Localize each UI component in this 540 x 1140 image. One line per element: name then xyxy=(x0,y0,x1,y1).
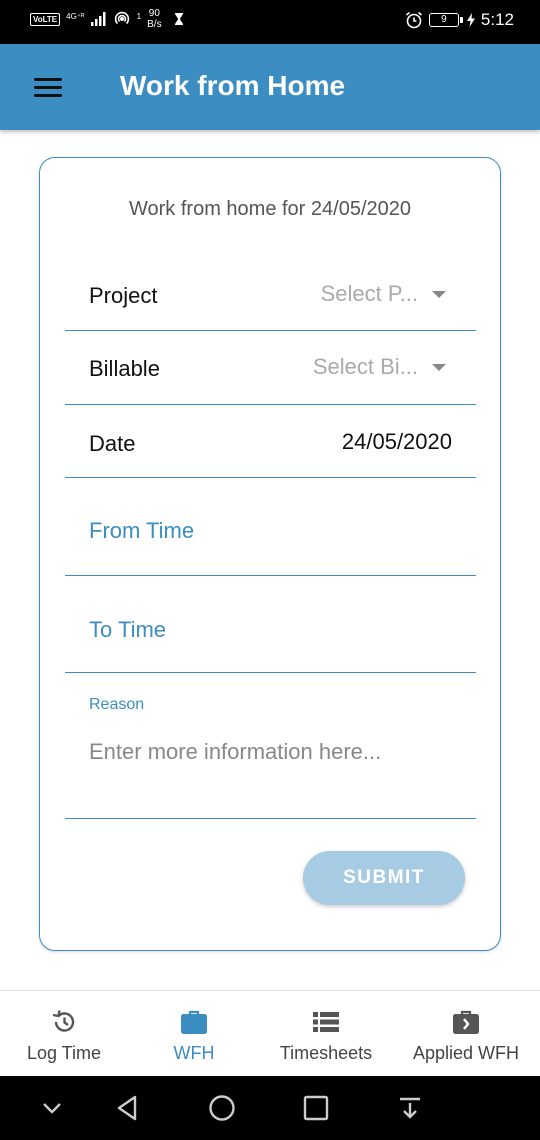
chevron-down-icon[interactable] xyxy=(36,1092,68,1124)
signal-icon xyxy=(90,12,106,26)
submit-button[interactable]: SUBMIT xyxy=(303,851,465,905)
hourglass-icon xyxy=(174,13,183,25)
date-field[interactable]: Date 24/05/2020 xyxy=(65,405,476,478)
from-time-field[interactable]: From Time xyxy=(65,478,476,576)
back-icon[interactable] xyxy=(112,1092,144,1124)
billable-placeholder: Select Bi... xyxy=(312,354,418,379)
data-arrow: 1 xyxy=(136,11,142,21)
nav-item-timesheets[interactable]: Timesheets xyxy=(260,991,392,1077)
project-label: Project xyxy=(89,283,158,308)
clock-history-icon xyxy=(52,1010,75,1032)
net-speed-unit: B/s xyxy=(147,19,162,30)
project-select[interactable]: Project Select P... xyxy=(65,258,476,331)
charging-icon xyxy=(466,13,475,27)
hotspot-icon xyxy=(114,11,129,25)
status-bar: VoLTE 4G⁺ᴿ 1 90 B/s 9 5:12 xyxy=(0,0,540,44)
briefcase-icon xyxy=(181,1010,207,1034)
nav-item-applied-wfh[interactable]: Applied WFH xyxy=(392,991,540,1077)
nav-label-applied-wfh: Applied WFH xyxy=(412,1043,520,1063)
status-clock: 5:12 xyxy=(480,10,514,29)
notification-pull-icon[interactable] xyxy=(394,1092,426,1124)
date-label: Date xyxy=(89,431,136,456)
project-dropdown[interactable]: Select P... xyxy=(321,281,446,307)
recents-icon[interactable] xyxy=(300,1092,332,1124)
billable-label: Billable xyxy=(89,356,160,381)
bottom-navigation: Log Time WFH Timesheets Applied WFH xyxy=(0,990,540,1076)
status-right: 9 5:12 xyxy=(405,10,514,30)
page-title: Work from Home xyxy=(120,70,346,101)
form-heading: Work from home for 24/05/2020 xyxy=(129,198,411,220)
reason-field[interactable]: Reason Enter more information here... xyxy=(65,673,476,819)
volte-badge: VoLTE xyxy=(30,12,61,26)
reason-label: Reason xyxy=(89,696,145,713)
billable-select[interactable]: Billable Select Bi... xyxy=(65,331,476,405)
chevron-down-icon xyxy=(432,363,446,371)
from-time-label: From Time xyxy=(89,518,195,543)
billable-dropdown[interactable]: Select Bi... xyxy=(313,354,446,380)
to-time-label: To Time xyxy=(89,617,167,642)
chevron-down-icon xyxy=(432,290,446,298)
wfh-form-card: Work from home for 24/05/2020 Project Se… xyxy=(39,157,501,951)
hamburger-menu-icon[interactable] xyxy=(34,78,62,98)
alarm-icon xyxy=(405,11,422,29)
list-icon xyxy=(313,1012,339,1032)
date-value[interactable]: 24/05/2020 xyxy=(342,429,452,455)
network-type: 4G⁺ᴿ xyxy=(66,11,85,21)
nav-label-timesheets: Timesheets xyxy=(279,1043,373,1063)
nav-item-wfh[interactable]: WFH xyxy=(128,991,260,1077)
status-left: VoLTE 4G⁺ᴿ 1 90 B/s xyxy=(30,8,184,30)
nav-label-wfh: WFH xyxy=(173,1043,215,1063)
net-speed-value: 90 xyxy=(148,8,160,19)
briefcase-arrow-icon xyxy=(453,1010,479,1034)
system-navigation-bar xyxy=(0,1076,540,1140)
nav-label-log-time: Log Time xyxy=(26,1043,102,1063)
reason-placeholder[interactable]: Enter more information here... xyxy=(89,739,381,765)
home-icon[interactable] xyxy=(206,1092,238,1124)
battery-indicator: 9 xyxy=(428,13,463,27)
net-speed: 90 B/s xyxy=(147,8,161,30)
to-time-field[interactable]: To Time xyxy=(65,576,476,673)
project-placeholder: Select P... xyxy=(320,281,418,306)
nav-item-log-time[interactable]: Log Time xyxy=(0,991,128,1077)
app-bar: Work from Home xyxy=(0,44,540,130)
